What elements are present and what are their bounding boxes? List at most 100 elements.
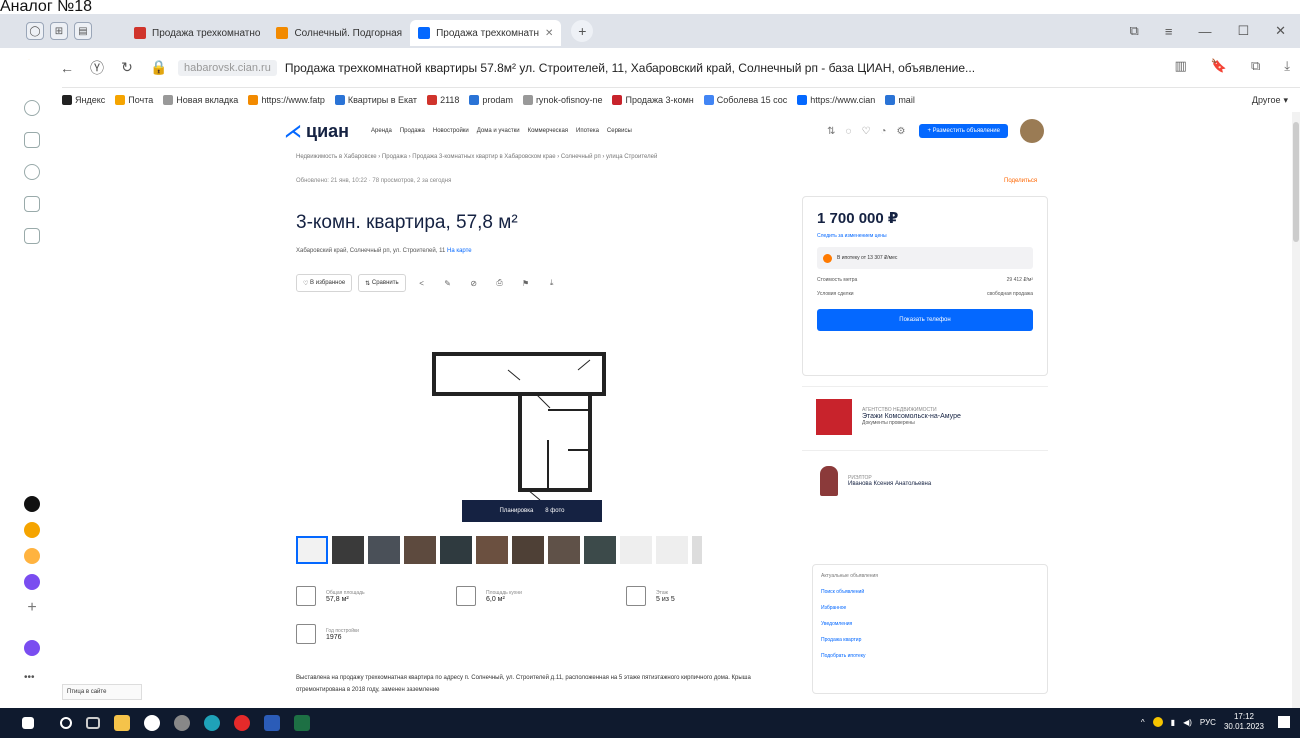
bookmark-item[interactable]: Квартиры в Екат [334, 95, 417, 105]
post-ad-button[interactable]: + Разместить объявление [919, 124, 1008, 138]
page-scrollbar[interactable] [1292, 112, 1300, 708]
address-text[interactable]: Хабаровский край, Солнечный рп, ул. Стро… [296, 248, 445, 254]
maximize-icon[interactable]: ☐ [1237, 23, 1249, 39]
yandex-icon[interactable] [234, 715, 250, 731]
collections-sidebar-icon[interactable] [24, 132, 40, 148]
history-icon[interactable] [24, 100, 40, 116]
report-icon[interactable]: ⚑ [516, 274, 536, 292]
avatar[interactable] [1020, 119, 1044, 143]
language-indicator[interactable]: РУС [1200, 718, 1216, 727]
breadcrumb[interactable]: Недвижимость в Хабаровске › Продажа › Пр… [296, 154, 657, 160]
screenshot-icon[interactable] [24, 228, 40, 244]
bookmark-item[interactable]: 2118 [427, 95, 459, 105]
file-explorer-icon[interactable] [114, 715, 130, 731]
close-tab-icon[interactable]: ✕ [545, 28, 553, 39]
bookmark-item[interactable]: rynok-ofisnoy-ne [522, 95, 602, 105]
bookmark-item[interactable]: prodam [469, 95, 513, 105]
tray-app-icon[interactable] [1152, 717, 1163, 727]
tab-photos[interactable]: 8 фото [545, 508, 564, 514]
task-view-icon[interactable] [86, 717, 100, 729]
menu-item[interactable]: Аренда [371, 128, 392, 134]
bookmark-item[interactable]: https://www.cian [797, 95, 875, 105]
side-link[interactable]: Поиск объявлений [821, 589, 1039, 595]
side-link[interactable]: Подобрать ипотеку [821, 653, 1039, 659]
print-icon[interactable]: ⎙ [490, 274, 510, 292]
app-icon[interactable] [174, 715, 190, 731]
thumbnail-plan[interactable] [620, 536, 652, 564]
close-window-icon[interactable]: ✕ [1275, 23, 1286, 39]
agent-name[interactable]: Иванова Ксения Анатольевна [848, 481, 931, 487]
thumbnail-photo[interactable] [548, 536, 580, 564]
extensions-icon[interactable]: ⧉ [1251, 58, 1260, 74]
show-phone-button[interactable]: Показать телефон [817, 309, 1033, 331]
tabs-overview-icon[interactable]: ⧉ [1130, 23, 1139, 39]
agency-name[interactable]: Этажи Комсомольск-на-Амуре [862, 413, 961, 420]
ozon-icon[interactable] [24, 522, 40, 538]
agent-card[interactable]: РИЭЛТОР Иванова Ксения Анатольевна [802, 450, 1048, 510]
url-field[interactable]: 🔒 habarovsk.cian.ru Продажа трехкомнатно… [148, 59, 1128, 76]
menu-item[interactable]: Коммерческая [528, 128, 568, 134]
thumbnail-plan[interactable] [656, 536, 688, 564]
edit-icon[interactable]: ✎ [438, 274, 458, 292]
favorite-button[interactable]: ♡ В избранное [296, 274, 353, 292]
mortgage-offer[interactable]: В ипотеку от 13 307 ₽/мес [817, 247, 1033, 269]
menu-item[interactable]: Продажа [400, 128, 425, 134]
compare-button[interactable]: ⇅ Сравнить [358, 274, 406, 292]
volume-icon[interactable]: ◀) [1183, 718, 1192, 727]
thumbnail-photo[interactable] [404, 536, 436, 564]
excel-icon[interactable] [294, 715, 310, 731]
tabs-menu-icon[interactable]: ⊞ [50, 22, 68, 40]
download-pdf-icon[interactable]: ⤓ [542, 274, 562, 292]
clock[interactable]: 17:12 30.01.2023 [1224, 712, 1264, 732]
cian-logo[interactable]: ⋌ циан [284, 121, 349, 142]
bookmark-item[interactable]: Почта [115, 95, 153, 105]
thumbnail-photo[interactable] [332, 536, 364, 564]
thumbnail-photo[interactable] [476, 536, 508, 564]
menu-item[interactable]: Ипотека [576, 128, 599, 134]
download-icon[interactable]: ⤓ [1284, 58, 1290, 74]
thumbnail-photo[interactable] [440, 536, 472, 564]
bookmark-icon[interactable]: 🔖 [1211, 58, 1227, 74]
bookmark-item[interactable]: Новая вкладка [163, 95, 238, 105]
more-icon[interactable]: ••• [24, 672, 40, 688]
add-app-icon[interactable]: + [24, 600, 40, 616]
thumbnail-photo[interactable] [368, 536, 400, 564]
tab-1[interactable]: Продажа трехкомнатно [126, 20, 268, 46]
compare-icon[interactable]: ⇅ [827, 126, 835, 137]
bookmark-item[interactable]: Продажа 3-комн [612, 95, 694, 105]
tab-plan[interactable]: Планировка [500, 508, 534, 514]
menu-icon[interactable]: ≡ [1165, 24, 1173, 39]
network-icon[interactable]: ▮ [1171, 718, 1175, 727]
thumbnail-more[interactable] [692, 536, 702, 564]
notes-icon[interactable] [24, 196, 40, 212]
chevron-up-icon[interactable]: ^ [1141, 718, 1145, 727]
share-icon[interactable]: < [412, 274, 432, 292]
profile-icon[interactable]: ◯ [26, 22, 44, 40]
reader-icon[interactable]: ▥ [1174, 58, 1186, 74]
new-tab-button[interactable]: + [571, 20, 594, 42]
chat-icon[interactable]: ◌ [846, 126, 852, 137]
media-icon[interactable] [24, 164, 40, 180]
alice-assistant-icon[interactable] [24, 640, 40, 656]
menu-item[interactable]: Дома и участки [477, 128, 520, 134]
bookmark-item[interactable]: mail [885, 95, 915, 105]
bookmarks-other[interactable]: Другое ▾ [1252, 95, 1288, 106]
menu-item[interactable]: Новостройки [433, 128, 469, 134]
bookmark-item[interactable]: https://www.fatp [248, 95, 325, 105]
price-watch-link[interactable]: Следить за изменением цены [817, 233, 1033, 239]
menu-item[interactable]: Сервисы [607, 128, 632, 134]
share-link[interactable]: Поделиться [1004, 178, 1037, 184]
tab-3-active[interactable]: Продажа трехкомнатн ✕ [410, 20, 562, 46]
map-link[interactable]: На карте [447, 248, 472, 254]
side-link[interactable]: Продажа квартир [821, 637, 1039, 643]
minimize-icon[interactable]: — [1198, 24, 1211, 39]
word-icon[interactable] [264, 715, 280, 731]
agency-card[interactable]: АГЕНТСТВО НЕДВИЖИМОСТИ Этажи Комсомольск… [802, 386, 1048, 446]
bookmark-item[interactable]: Соболева 15 сос [703, 95, 787, 105]
side-link[interactable]: Уведомления [821, 621, 1039, 627]
yandex-browser-icon[interactable] [144, 715, 160, 731]
bell-icon[interactable]: ◔ [880, 126, 886, 137]
market-icon[interactable] [24, 548, 40, 564]
yandex-icon[interactable]: Ⓨ [86, 58, 108, 78]
tab-2[interactable]: Солнечный. Подгорная [268, 20, 410, 46]
